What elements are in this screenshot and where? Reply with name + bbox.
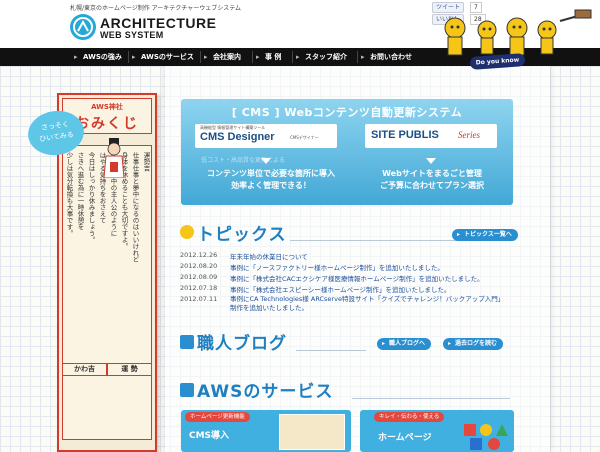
omikuji-luck-left: かわ吉 <box>62 363 107 376</box>
nav-divider <box>128 51 129 63</box>
topic-link[interactable]: 事例にCA Technologies様 ARCserve特設サイト「クイズでチャ… <box>230 295 508 313</box>
logo-icon[interactable] <box>70 14 96 40</box>
nav-divider <box>252 51 253 63</box>
card-product-name: CMS Designer <box>200 131 275 143</box>
omikuji-line: さきへ進む為に一時休憩を <box>76 152 84 230</box>
banner-ghost-text: 低コスト・高品質な更新による <box>201 157 285 164</box>
blog-title: 職人ブログ <box>197 334 287 354</box>
topics-section-icon <box>180 225 194 239</box>
blog-button[interactable]: 職人ブログへ <box>377 338 432 350</box>
nav-item-contact[interactable]: お問い合わせ <box>361 48 412 66</box>
nav-divider <box>292 51 293 63</box>
service-label: ホームページ更新機能 <box>185 412 250 422</box>
down-arrow-icon <box>261 158 271 164</box>
logo-text[interactable]: ARCHITECTURE <box>100 15 216 31</box>
service-thumbnail <box>279 414 345 450</box>
service-card-cms[interactable]: ホームページ更新機能 CMS導入 <box>181 410 351 452</box>
banner-title: [ CMS ] Webコンテンツ自動更新システム <box>231 106 463 119</box>
topic-date: 2012.12.26 <box>180 251 218 259</box>
banner-left-description: コンテンツ単位で必要な箇所に導入 効率よく管理できる！ <box>191 168 351 192</box>
service-title: ホームページ <box>378 433 432 443</box>
cms-banner[interactable]: [ CMS ] Webコンテンツ自動更新システム 高機能型 情報管理サイト構築ツ… <box>181 99 513 205</box>
topic-date: 2012.07.18 <box>180 284 218 292</box>
logo-subtext[interactable]: WEB SYSTEM <box>100 30 164 40</box>
topics-list-button[interactable]: トピックス一覧へ <box>452 229 518 241</box>
section-divider <box>352 398 510 399</box>
nav-divider <box>200 51 201 63</box>
services-title: AWSのサービス <box>197 382 334 402</box>
shape-blocks-icon <box>464 424 508 450</box>
nav-item-strengths[interactable]: AWSの強み <box>74 48 122 66</box>
omikuji-line: 仕事仕事と夢中になるのはいいけれど <box>131 152 139 263</box>
omikuji-shrine-name: AWS神社 <box>91 103 123 111</box>
topic-link[interactable]: 事例に「ノースファクトリー様ホームページ制作」を追加いたしました。 <box>230 262 444 272</box>
nav-divider <box>357 51 358 63</box>
nav-item-services[interactable]: AWSのサービス <box>132 48 194 66</box>
service-title: CMS導入 <box>189 431 230 441</box>
topic-link[interactable]: 年末年始の休業日について <box>230 251 308 261</box>
past-log-button[interactable]: 過去ログを読む <box>443 338 504 350</box>
blog-section-icon <box>180 335 194 349</box>
omikuji-text-body: 運勢吉 仕事仕事と夢中になるのはいいけれど 身体を休めることも大切ですよ。 ゲー… <box>62 145 152 440</box>
card-series: Series <box>458 130 480 140</box>
down-arrow-icon <box>426 158 436 164</box>
topic-date: 2012.07.11 <box>180 295 218 303</box>
nav-item-staff[interactable]: スタッフ紹介 <box>296 48 347 66</box>
desc-line: ご予算に合わせてプラン選択 <box>380 181 484 190</box>
site-tagline: 札幌/東京のホームページ制作 アーキテクチャーウェブシステム <box>70 5 242 12</box>
card-tag: CMSデザイナー <box>290 135 319 140</box>
omikuji-luck-right: 運 勢 <box>107 363 152 376</box>
card-product-name: SITE PUBLIS <box>371 129 439 141</box>
omikuji-line: 今日はしっかり休みましょう。 <box>87 152 95 243</box>
site-publis-card[interactable]: SITE PUBLIS Series <box>365 124 497 148</box>
topic-link[interactable]: 事例に「株式会社CACエクシケア様医療情報ホームページ制作」を追加いたしました。 <box>230 273 484 283</box>
topic-link[interactable]: 事例に「株式会社エスピーシー様ホームページ制作」を追加いたしました。 <box>230 284 451 294</box>
nav-item-cases[interactable]: 事 例 <box>256 48 281 66</box>
banner-right-description: Webサイトをまるごと管理 ご予算に合わせてプラン選択 <box>357 168 507 192</box>
service-card-homepage[interactable]: キレイ・伝わる・使える ホームページ <box>360 410 514 452</box>
omikuji-luck-row: かわ吉 運 勢 <box>62 363 152 376</box>
omikuji-line: 運勢吉 <box>142 152 150 172</box>
cms-designer-card[interactable]: 高機能型 情報管理サイト構築ツール CMS Designer CMSデザイナー <box>195 124 337 148</box>
topics-title: トピックス <box>197 225 287 245</box>
desc-line: Webサイトをまるごと管理 <box>382 169 482 178</box>
service-label: キレイ・伝わる・使える <box>374 412 445 422</box>
desc-line: 効率よく管理できる！ <box>231 181 311 190</box>
desc-line: コンテンツ単位で必要な箇所に導入 <box>207 169 335 178</box>
omikuji-line: 少しは気分転換も大事です。 <box>65 152 73 237</box>
nav-item-company[interactable]: 会社案内 <box>204 48 241 66</box>
topic-date: 2012.08.09 <box>180 273 218 281</box>
shrine-priest-icon <box>103 138 125 178</box>
services-section-icon <box>180 383 194 397</box>
section-divider <box>296 350 366 351</box>
topic-date: 2012.08.20 <box>180 262 218 270</box>
